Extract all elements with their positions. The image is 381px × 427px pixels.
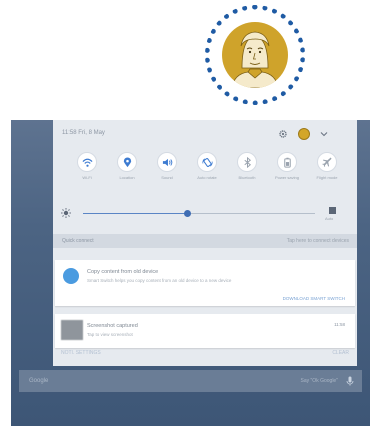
tile-sound-circle — [157, 152, 177, 172]
user-face-icon — [231, 31, 279, 88]
brightness-icon — [61, 208, 71, 218]
notification-card[interactable]: Copy content from old device Smart Switc… — [55, 260, 355, 306]
tile-wifi[interactable]: Wi-Fi — [69, 152, 105, 188]
quick-connect-bar[interactable]: Quick connect Tap here to connect device… — [53, 234, 357, 248]
header-datetime: 11:58 Fri, 8 May — [62, 130, 105, 136]
notification-panel: 11:58 Fri, 8 May Wi-Fi Location Sound Au… — [53, 120, 357, 366]
smart-switch-icon — [63, 268, 79, 284]
notification-title: Screenshot captured — [87, 323, 138, 329]
tile-bluetooth-circle — [237, 152, 257, 172]
bluetooth-icon — [244, 157, 252, 168]
tile-power-saving-label: Power saving — [274, 175, 299, 180]
brightness-thumb[interactable] — [184, 210, 191, 217]
tile-location-circle — [117, 152, 137, 172]
quick-settings-tiles: Wi-Fi Location Sound Auto rotate Bluetoo… — [53, 152, 357, 188]
location-icon — [123, 157, 132, 168]
tile-airplane-label: Flight mode — [316, 175, 338, 180]
tile-sound-label: Sound — [161, 175, 173, 180]
notification-body: Smart Switch helps you copy content from… — [87, 278, 232, 283]
sound-icon — [162, 158, 173, 167]
auto-brightness-checkbox[interactable] — [329, 207, 336, 214]
user-avatar-button[interactable] — [298, 128, 310, 140]
tile-sound[interactable]: Sound — [149, 152, 185, 188]
mic-icon[interactable] — [346, 376, 354, 386]
tile-power-saving-circle — [277, 152, 297, 172]
zoomed-avatar-callout — [205, 5, 305, 105]
notification-title: Copy content from old device — [87, 269, 159, 275]
tile-rotate-label: Auto rotate — [197, 175, 217, 180]
google-search-bar[interactable]: Google Say "Ok Google" — [19, 370, 362, 392]
chevron-down-icon[interactable] — [319, 129, 329, 139]
tile-rotate[interactable]: Auto rotate — [189, 152, 225, 188]
notification-card[interactable]: Screenshot captured Tap to view screensh… — [55, 314, 355, 348]
panel-bottom-actions: NOTI. SETTINGS CLEAR — [53, 350, 357, 362]
brightness-fill — [83, 213, 187, 214]
airplane-icon — [322, 157, 332, 167]
avatar — [222, 22, 288, 88]
tile-wifi-circle — [77, 152, 97, 172]
tile-location[interactable]: Location — [109, 152, 145, 188]
panel-header: 11:58 Fri, 8 May — [53, 120, 357, 148]
noti-settings-button[interactable]: NOTI. SETTINGS — [61, 350, 101, 356]
tile-bluetooth[interactable]: Bluetooth — [229, 152, 265, 188]
tile-airplane-circle — [317, 152, 337, 172]
auto-brightness-label: Auto — [325, 216, 334, 221]
screenshot-thumbnail-icon — [61, 320, 83, 340]
tile-power-saving[interactable]: Power saving — [269, 152, 305, 188]
tile-bluetooth-label: Bluetooth — [238, 175, 256, 180]
download-smart-switch-button[interactable]: DOWNLOAD SMART SWITCH — [283, 296, 345, 301]
tile-location-label: Location — [119, 175, 135, 180]
search-placeholder: Google — [29, 378, 49, 384]
notification-body: Tap to view screenshot — [87, 332, 133, 337]
rotate-icon — [202, 158, 213, 167]
wifi-icon — [82, 158, 93, 167]
notification-time: 11:58 — [334, 322, 345, 327]
brightness-slider[interactable] — [83, 210, 315, 217]
tile-wifi-label: Wi-Fi — [82, 175, 92, 180]
tile-airplane[interactable]: Flight mode — [309, 152, 345, 188]
clear-button[interactable]: CLEAR — [332, 350, 349, 356]
device-screen: 11:58 Fri, 8 May Wi-Fi Location Sound Au… — [11, 120, 370, 426]
quick-connect-label: Quick connect — [62, 238, 94, 244]
battery-icon — [284, 157, 291, 168]
brightness-row: Auto — [53, 204, 357, 224]
tile-rotate-circle — [197, 152, 217, 172]
search-voice-hint: Say "Ok Google" — [300, 378, 338, 384]
gear-icon[interactable] — [278, 129, 288, 139]
quick-connect-hint: Tap here to connect devices — [286, 238, 349, 244]
